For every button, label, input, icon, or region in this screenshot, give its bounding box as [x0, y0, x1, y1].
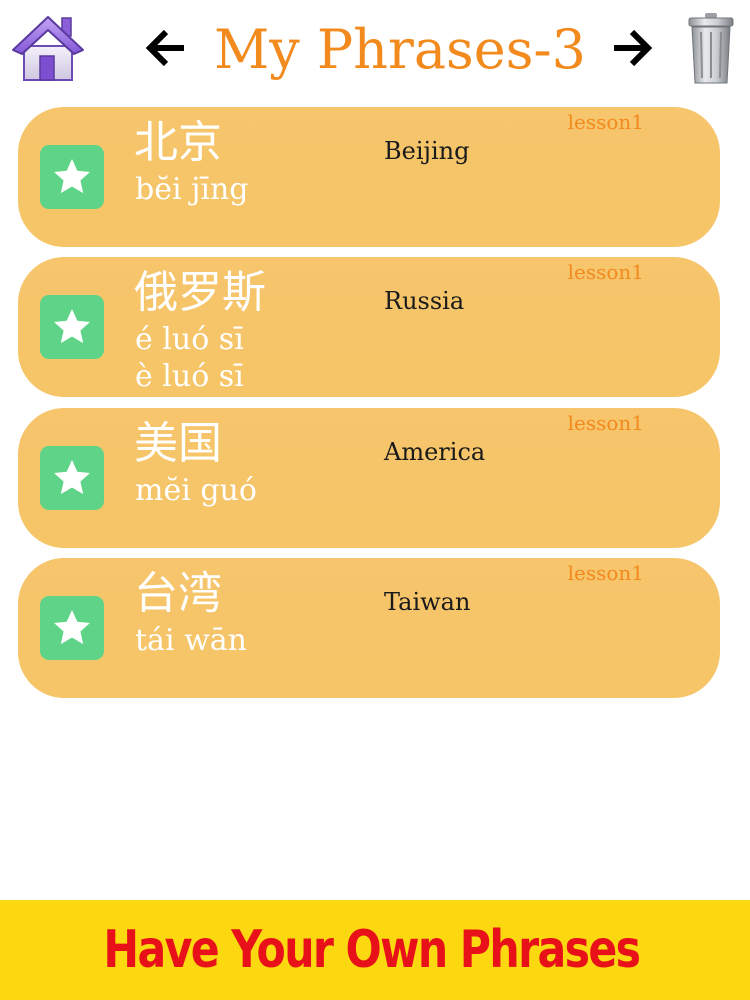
favorite-star-button[interactable] [40, 295, 104, 359]
phrase-meaning: Beijing [384, 137, 470, 165]
phrase-card[interactable]: 美国 mĕi guó America lesson1 [18, 408, 720, 548]
promo-banner-text: Have Your Own Phrases [103, 920, 641, 980]
phrase-hanzi: 北京 [134, 117, 222, 168]
phrase-list: 北京 bĕi jīng Beijing lesson1 俄罗斯 é luó sī… [0, 0, 750, 900]
star-icon [54, 309, 90, 344]
favorite-star-button[interactable] [40, 145, 104, 209]
phrase-pinyin: é luó sī [135, 322, 244, 357]
phrase-card[interactable]: 俄罗斯 é luó sī è luó sī Russia lesson1 [18, 257, 720, 397]
phrase-meaning: America [384, 438, 486, 466]
phrase-hanzi: 俄罗斯 [134, 267, 266, 318]
lesson-label: lesson1 [567, 260, 644, 284]
phrase-pinyin-alt: è luó sī [135, 359, 244, 394]
lesson-label: lesson1 [567, 110, 644, 134]
star-icon [54, 460, 90, 495]
phrase-hanzi: 美国 [134, 418, 222, 469]
phrase-card[interactable]: 台湾 tái wān Taiwan lesson1 [18, 558, 720, 698]
favorite-star-button[interactable] [40, 446, 104, 510]
phrase-pinyin: bĕi jīng [135, 172, 249, 207]
phrase-card[interactable]: 北京 bĕi jīng Beijing lesson1 [18, 107, 720, 247]
promo-banner[interactable]: Have Your Own Phrases [0, 900, 750, 1000]
phrase-meaning: Russia [384, 287, 465, 315]
phrase-pinyin: mĕi guó [135, 473, 257, 508]
lesson-label: lesson1 [567, 411, 644, 435]
favorite-star-button[interactable] [40, 596, 104, 660]
phrase-hanzi: 台湾 [134, 568, 222, 619]
star-icon [54, 610, 90, 645]
phrase-meaning: Taiwan [384, 588, 471, 616]
lesson-label: lesson1 [567, 561, 644, 585]
phrase-pinyin: tái wān [135, 623, 247, 658]
star-icon [54, 159, 90, 194]
